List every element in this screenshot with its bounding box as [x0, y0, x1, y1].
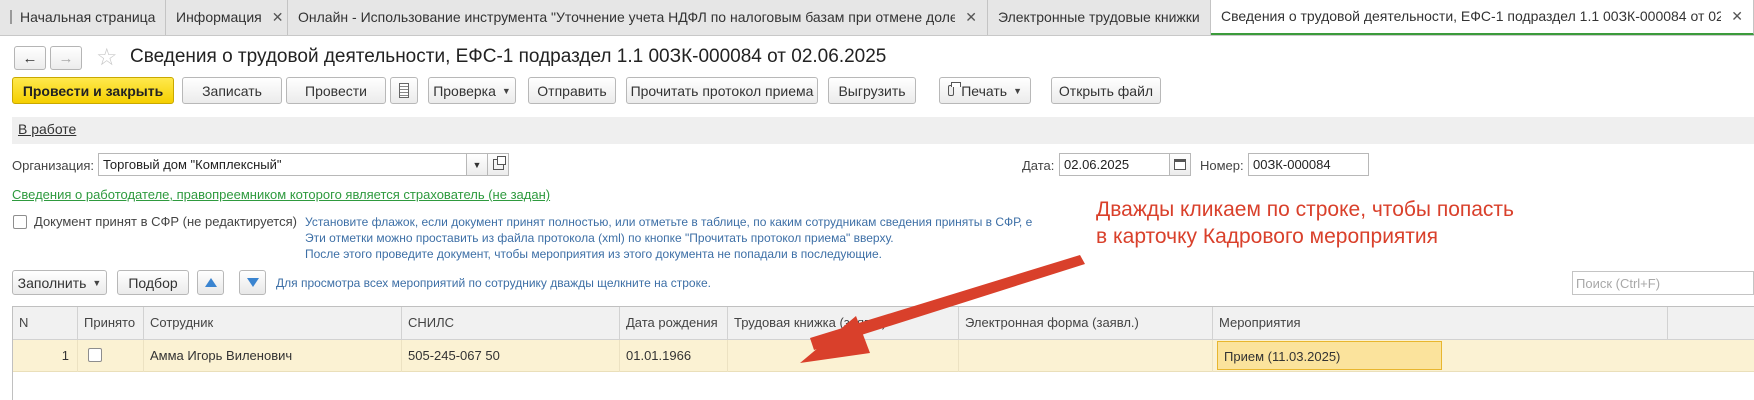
table-header: N Принято Сотрудник СНИЛС Дата рождения …: [13, 307, 1754, 340]
save-button[interactable]: Записать: [182, 77, 282, 104]
chevron-down-icon: ▼: [92, 277, 102, 288]
cell-birth-date: 01.01.1966: [620, 340, 728, 372]
tab-label: Начальная страница: [20, 9, 156, 25]
cell-snils: 505-245-067 50: [402, 340, 620, 372]
accepted-in-sfr-checkbox[interactable]: [13, 215, 27, 229]
annotation-line-2: в карточку Кадрового мероприятия: [1096, 225, 1439, 248]
tab-electronic-workbooks[interactable]: Электронные трудовые книжки ✕: [988, 0, 1211, 35]
fill-label: Заполнить: [17, 274, 87, 291]
tab-online-tool[interactable]: Онлайн - Использование инструмента "Уточ…: [288, 0, 988, 35]
fill-button[interactable]: Заполнить ▼: [12, 270, 107, 295]
open-icon: [492, 156, 506, 170]
search-input[interactable]: Поиск (Ctrl+F): [1572, 271, 1754, 295]
chevron-down-icon: ▼: [501, 85, 511, 96]
chevron-down-icon: ▼: [1013, 85, 1022, 96]
post-button[interactable]: Провести: [286, 77, 386, 104]
star-icon[interactable]: ☆: [96, 43, 118, 72]
tab-label: Онлайн - Использование инструмента "Уточ…: [298, 9, 956, 25]
number-field[interactable]: 00ЗК-000084: [1248, 153, 1369, 176]
tab-label: Информация: [176, 9, 262, 25]
tab-info[interactable]: Информация ✕: [166, 0, 288, 35]
chevron-down-icon: ▼: [472, 159, 482, 170]
number-label: Номер:: [1200, 158, 1244, 173]
read-protocol-button[interactable]: Прочитать протокол приема: [626, 77, 818, 104]
print-button[interactable]: Печать ▼: [939, 77, 1031, 104]
open-file-button[interactable]: Открыть файл: [1051, 77, 1161, 104]
document-icon: [399, 83, 409, 98]
close-icon[interactable]: ✕: [272, 9, 284, 26]
column-header-events[interactable]: Мероприятия: [1213, 307, 1668, 340]
upload-button[interactable]: Выгрузить: [828, 77, 916, 104]
back-button[interactable]: ←: [14, 46, 46, 70]
arrow-left-icon: ←: [22, 49, 38, 67]
cell-accepted: [78, 340, 144, 372]
page-title: Сведения о трудовой деятельности, ЕФС-1 …: [130, 46, 887, 67]
arrow-up-icon: [204, 278, 217, 287]
hint-line-2: Эти отметки можно проставить из файла пр…: [305, 231, 894, 245]
forward-button[interactable]: →: [50, 46, 82, 70]
check-label: Проверка: [433, 82, 496, 99]
tab-strip: Начальная страница Информация ✕ Онлайн -…: [0, 0, 1754, 36]
column-header-n[interactable]: N: [13, 307, 78, 340]
column-header-snils[interactable]: СНИЛС: [402, 307, 620, 340]
printer-icon: [948, 82, 962, 96]
select-button[interactable]: Подбор: [117, 270, 189, 295]
calendar-icon: [1174, 159, 1186, 170]
date-field[interactable]: 02.06.2025: [1059, 153, 1171, 176]
arrow-down-icon: [246, 278, 259, 287]
document-list-button[interactable]: [390, 77, 418, 104]
organization-label: Организация:: [12, 158, 95, 173]
date-label: Дата:: [1022, 158, 1055, 173]
table-row[interactable]: 1 Амма Игорь Виленович 505-245-067 50 01…: [13, 340, 1754, 372]
accepted-in-sfr-label: Документ принят в СФР (не редактируется): [34, 214, 297, 229]
hint-line-1: Установите флажок, если документ принят …: [305, 215, 1033, 229]
home-icon: [10, 10, 12, 24]
arrow-right-icon: →: [58, 49, 74, 67]
tab-label: Электронные трудовые книжки: [998, 9, 1200, 25]
column-header-birth-date[interactable]: Дата рождения: [620, 307, 728, 340]
close-icon[interactable]: ✕: [1731, 8, 1743, 25]
organization-field[interactable]: Торговый дом "Комплексный": [98, 153, 468, 176]
cell-work-book: [728, 340, 959, 372]
column-header-work-book[interactable]: Трудовая книжка (заявл.): [728, 307, 959, 340]
column-header-accepted[interactable]: Принято: [78, 307, 144, 340]
tab-label: Сведения о трудовой деятельности, ЕФС-1 …: [1221, 8, 1721, 24]
column-header-electronic-form[interactable]: Электронная форма (заявл.): [959, 307, 1213, 340]
employer-successor-link[interactable]: Сведения о работодателе, правопреемником…: [12, 187, 550, 202]
cell-electronic-form: [959, 340, 1213, 372]
organization-open-button[interactable]: [487, 153, 509, 176]
tab-current-document[interactable]: Сведения о трудовой деятельности, ЕФС-1 …: [1211, 0, 1754, 35]
close-icon[interactable]: ✕: [965, 9, 977, 26]
move-down-button[interactable]: [239, 270, 266, 295]
table-hint: Для просмотра всех мероприятий по сотруд…: [276, 276, 711, 290]
cell-events[interactable]: Прием (11.03.2025): [1217, 341, 1442, 370]
row-accepted-checkbox[interactable]: [88, 348, 102, 362]
send-button[interactable]: Отправить: [528, 77, 616, 104]
document-state-link[interactable]: В работе: [18, 121, 76, 137]
cell-employee: Амма Игорь Виленович: [144, 340, 402, 372]
column-header-employee[interactable]: Сотрудник: [144, 307, 402, 340]
employees-table: N Принято Сотрудник СНИЛС Дата рождения …: [12, 306, 1754, 400]
print-label: Печать: [961, 82, 1008, 99]
move-up-button[interactable]: [197, 270, 224, 295]
tab-home[interactable]: Начальная страница: [0, 0, 166, 35]
annotation-line-1: Дважды кликаем по строке, чтобы попасть: [1096, 198, 1514, 221]
organization-dropdown-button[interactable]: ▼: [466, 153, 488, 176]
annotation-text: Дважды кликаем по строке, чтобы попасть …: [1096, 196, 1514, 250]
post-and-close-button[interactable]: Провести и закрыть: [12, 77, 174, 104]
check-button[interactable]: Проверка ▼: [428, 77, 516, 104]
calendar-button[interactable]: [1169, 153, 1191, 176]
cell-n: 1: [13, 340, 78, 372]
hint-line-3: После этого проведите документ, чтобы ме…: [305, 247, 882, 261]
state-bar: [12, 117, 1754, 144]
